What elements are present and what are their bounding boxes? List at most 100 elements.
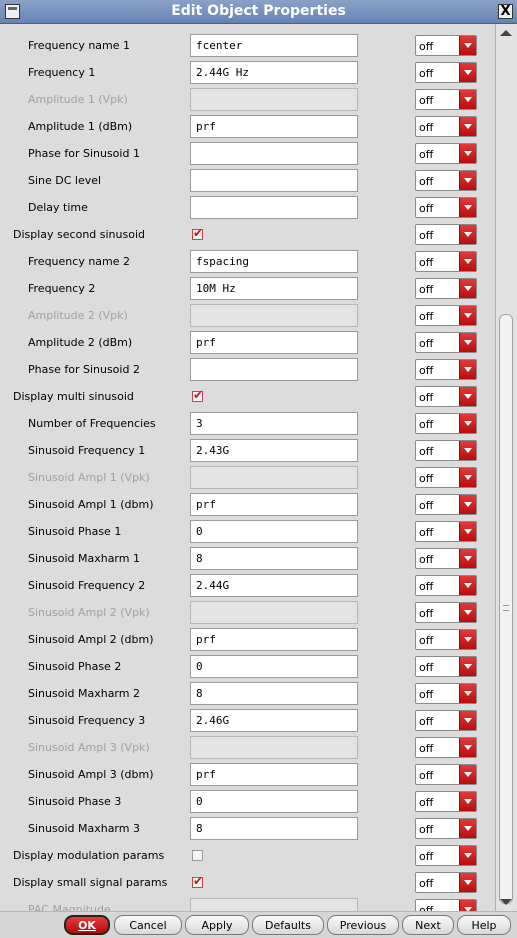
cancel-button[interactable]: Cancel (114, 915, 182, 935)
next-button[interactable]: Next (402, 915, 454, 935)
value-input[interactable]: prf (190, 763, 358, 786)
chevron-down-icon[interactable] (459, 63, 476, 82)
apply-button[interactable]: Apply (185, 915, 249, 935)
display-mode-dropdown[interactable]: off (415, 413, 477, 434)
display-mode-dropdown[interactable]: off (415, 89, 477, 110)
chevron-down-icon[interactable] (459, 576, 476, 595)
display-mode-dropdown[interactable]: off (415, 575, 477, 596)
display-mode-dropdown[interactable]: off (415, 35, 477, 56)
display-mode-dropdown[interactable]: off (415, 116, 477, 137)
scrollbar-thumb[interactable] (499, 314, 513, 904)
display-mode-dropdown[interactable]: off (415, 467, 477, 488)
chevron-down-icon[interactable] (459, 684, 476, 703)
display-mode-dropdown[interactable]: off (415, 602, 477, 623)
display-mode-dropdown[interactable]: off (415, 62, 477, 83)
previous-button[interactable]: Previous (327, 915, 399, 935)
display-mode-dropdown[interactable]: off (415, 737, 477, 758)
chevron-down-icon[interactable] (459, 414, 476, 433)
close-icon[interactable]: X (498, 4, 513, 19)
value-input[interactable]: 2.46G (190, 709, 358, 732)
chevron-down-icon[interactable] (459, 630, 476, 649)
value-input[interactable] (190, 169, 358, 192)
vertical-scrollbar[interactable] (495, 24, 517, 911)
display-mode-dropdown[interactable]: off (415, 872, 477, 893)
display-mode-dropdown[interactable]: off (415, 548, 477, 569)
display-mode-dropdown[interactable]: off (415, 791, 477, 812)
value-input[interactable]: fcenter (190, 34, 358, 57)
value-input[interactable]: 3 (190, 412, 358, 435)
display-checkbox[interactable] (192, 850, 203, 861)
display-mode-dropdown[interactable]: off (415, 197, 477, 218)
value-input[interactable]: 0 (190, 790, 358, 813)
value-input[interactable]: 2.44G Hz (190, 61, 358, 84)
display-mode-dropdown[interactable]: off (415, 278, 477, 299)
chevron-down-icon[interactable] (459, 819, 476, 838)
chevron-down-icon[interactable] (459, 549, 476, 568)
chevron-down-icon[interactable] (459, 333, 476, 352)
display-mode-dropdown[interactable]: off (415, 629, 477, 650)
display-mode-dropdown[interactable]: off (415, 305, 477, 326)
chevron-down-icon[interactable] (459, 279, 476, 298)
display-mode-dropdown[interactable]: off (415, 440, 477, 461)
value-input[interactable]: 10M Hz (190, 277, 358, 300)
chevron-down-icon[interactable] (459, 90, 476, 109)
chevron-down-icon[interactable] (459, 657, 476, 676)
value-input[interactable]: 2.44G (190, 574, 358, 597)
chevron-down-icon[interactable] (459, 117, 476, 136)
display-mode-dropdown[interactable]: off (415, 764, 477, 785)
chevron-down-icon[interactable] (459, 792, 476, 811)
help-button[interactable]: Help (457, 915, 511, 935)
chevron-down-icon[interactable] (459, 738, 476, 757)
chevron-down-icon[interactable] (459, 846, 476, 865)
display-mode-dropdown[interactable]: off (415, 899, 477, 911)
chevron-down-icon[interactable] (459, 198, 476, 217)
value-input[interactable]: 2.43G (190, 439, 358, 462)
chevron-down-icon[interactable] (459, 144, 476, 163)
value-input[interactable] (190, 142, 358, 165)
display-mode-dropdown[interactable]: off (415, 251, 477, 272)
display-mode-dropdown[interactable]: off (415, 386, 477, 407)
value-input[interactable]: 0 (190, 655, 358, 678)
chevron-down-icon[interactable] (459, 441, 476, 460)
display-checkbox[interactable] (192, 874, 203, 888)
display-mode-dropdown[interactable]: off (415, 332, 477, 353)
defaults-button[interactable]: Defaults (252, 915, 324, 935)
chevron-down-icon[interactable] (459, 387, 476, 406)
display-mode-dropdown[interactable]: off (415, 683, 477, 704)
value-input[interactable]: prf (190, 331, 358, 354)
ok-button[interactable]: OK (64, 915, 110, 935)
chevron-down-icon[interactable] (459, 468, 476, 487)
display-mode-dropdown[interactable]: off (415, 656, 477, 677)
display-mode-dropdown[interactable]: off (415, 224, 477, 245)
chevron-down-icon[interactable] (459, 765, 476, 784)
display-mode-dropdown[interactable]: off (415, 143, 477, 164)
display-mode-dropdown[interactable]: off (415, 494, 477, 515)
value-input[interactable]: 8 (190, 682, 358, 705)
value-input[interactable]: 8 (190, 817, 358, 840)
chevron-down-icon[interactable] (459, 360, 476, 379)
chevron-down-icon[interactable] (459, 900, 476, 911)
value-input[interactable]: 0 (190, 520, 358, 543)
display-mode-dropdown[interactable]: off (415, 710, 477, 731)
chevron-down-icon[interactable] (459, 495, 476, 514)
value-input[interactable]: prf (190, 628, 358, 651)
chevron-down-icon[interactable] (459, 522, 476, 541)
value-input[interactable] (190, 358, 358, 381)
chevron-down-icon[interactable] (459, 873, 476, 892)
chevron-down-icon[interactable] (459, 603, 476, 622)
display-mode-dropdown[interactable]: off (415, 845, 477, 866)
chevron-down-icon[interactable] (459, 171, 476, 190)
display-mode-dropdown[interactable]: off (415, 170, 477, 191)
value-input[interactable]: fspacing (190, 250, 358, 273)
scroll-up-arrow-icon[interactable] (500, 30, 512, 36)
chevron-down-icon[interactable] (459, 225, 476, 244)
chevron-down-icon[interactable] (459, 252, 476, 271)
display-checkbox[interactable] (192, 226, 203, 240)
display-mode-dropdown[interactable]: off (415, 521, 477, 542)
display-mode-dropdown[interactable]: off (415, 359, 477, 380)
chevron-down-icon[interactable] (459, 36, 476, 55)
value-input[interactable] (190, 196, 358, 219)
value-input[interactable]: prf (190, 493, 358, 516)
value-input[interactable]: 8 (190, 547, 358, 570)
chevron-down-icon[interactable] (459, 306, 476, 325)
